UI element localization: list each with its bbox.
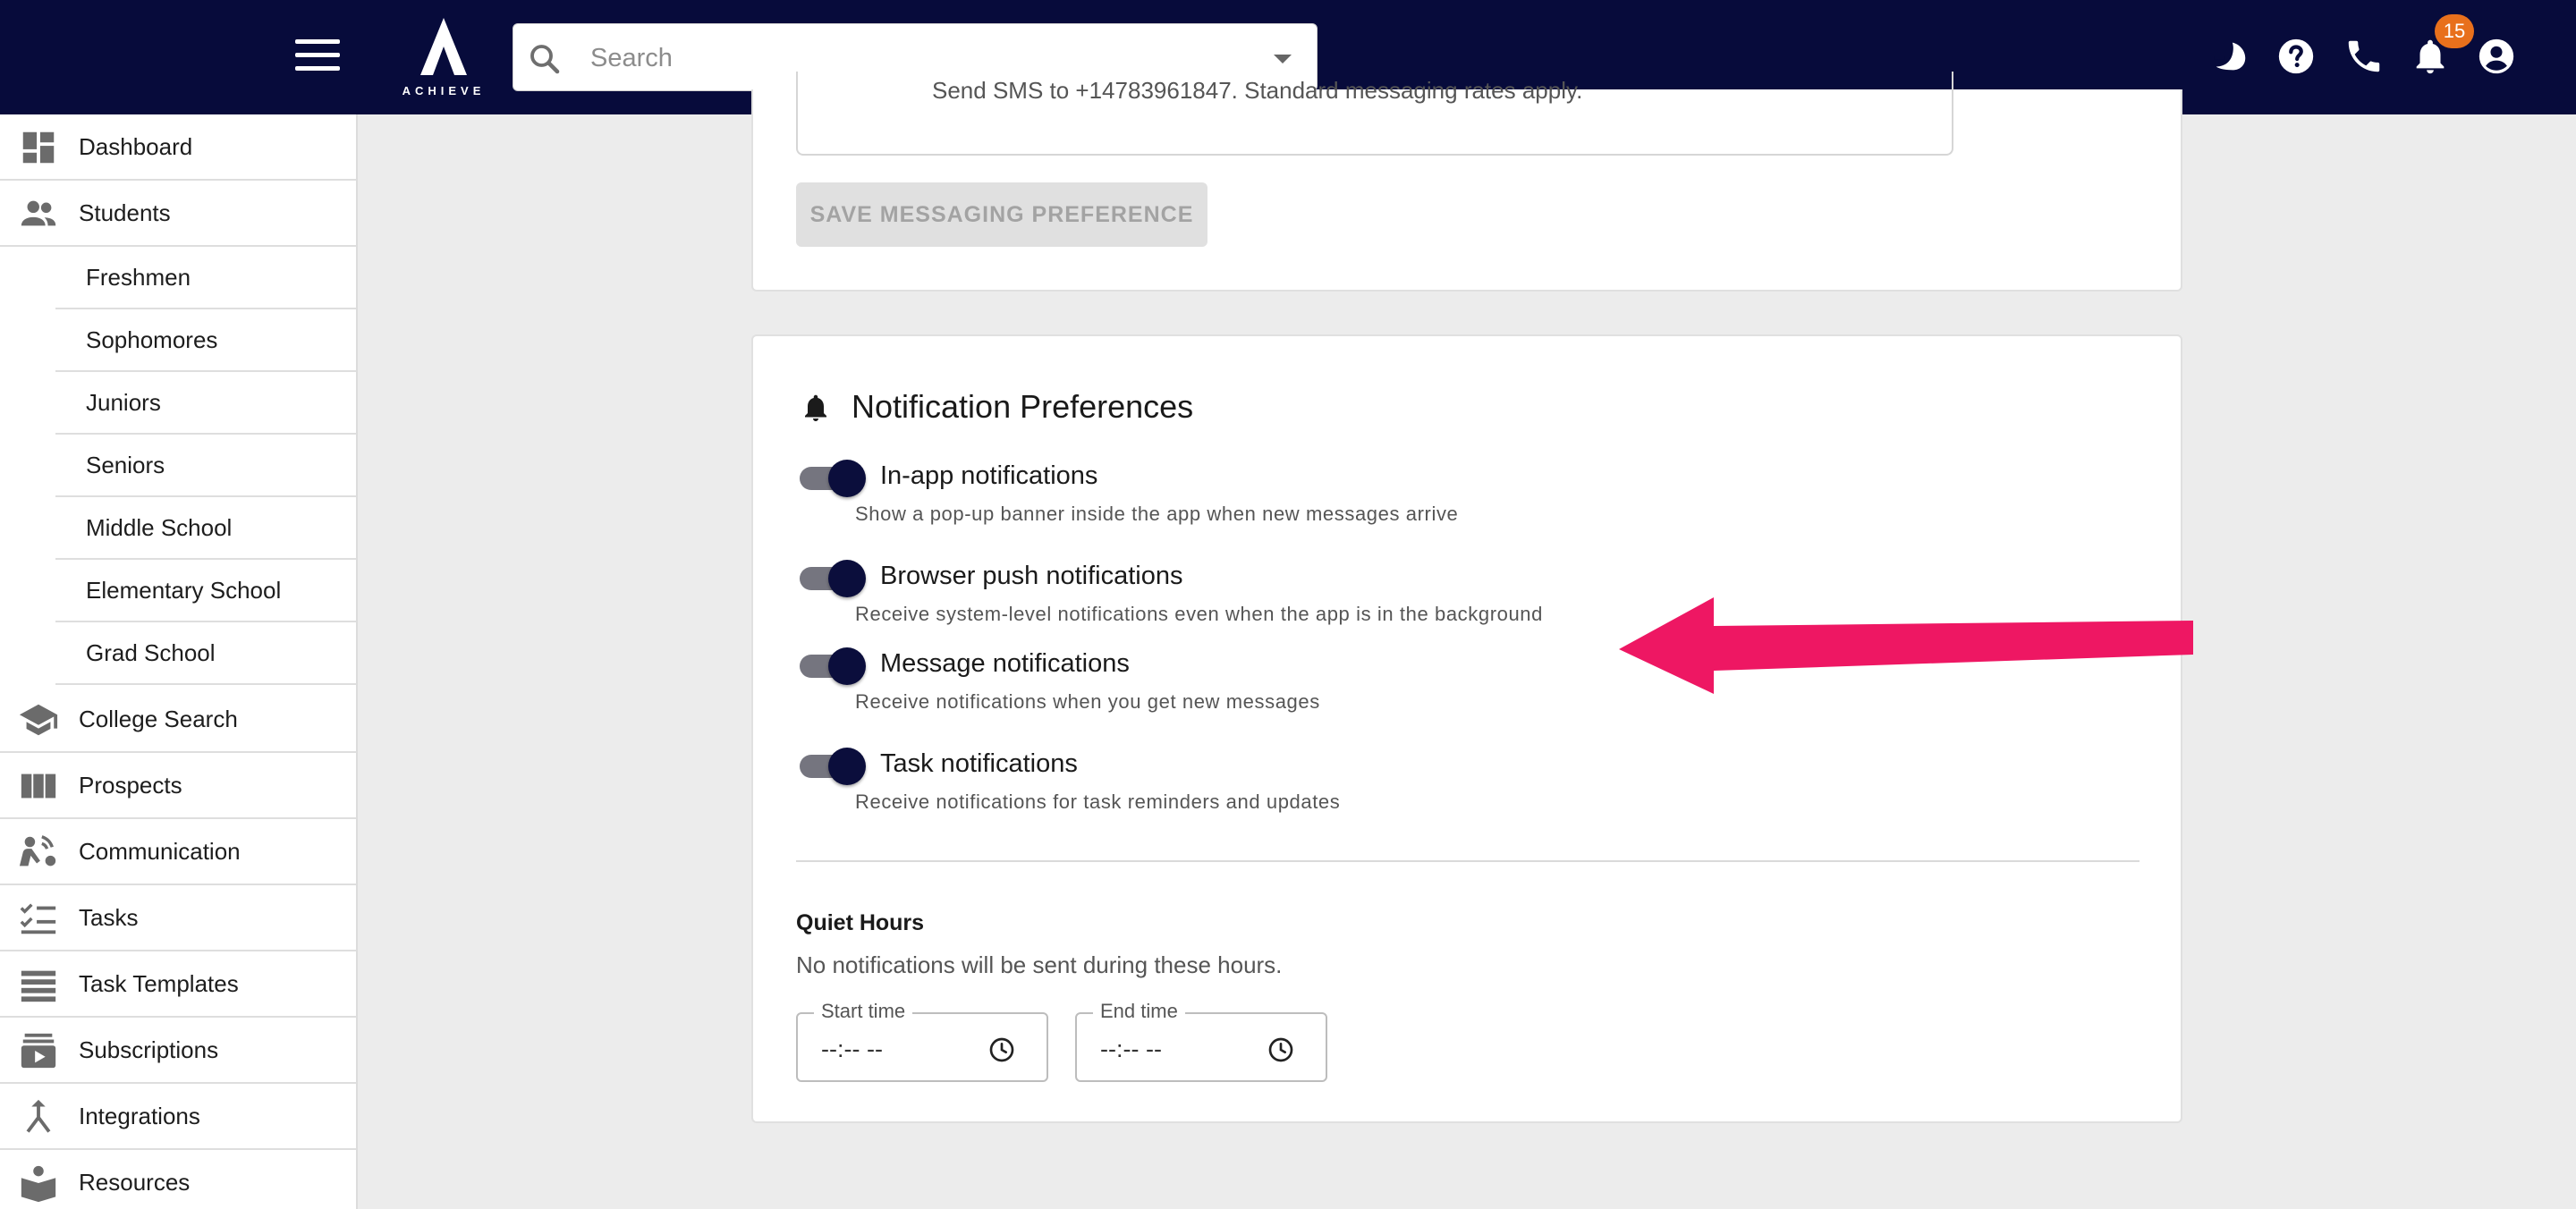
sidebar-subitem-seniors[interactable]: Seniors xyxy=(55,435,356,497)
sidebar-subitem-freshmen[interactable]: Freshmen xyxy=(55,247,356,309)
help-icon[interactable] xyxy=(2275,36,2317,77)
browser-push-notifications-toggle[interactable] xyxy=(800,558,868,597)
divider xyxy=(796,860,2140,862)
columns-icon xyxy=(21,774,56,799)
annotation-arrow-icon xyxy=(1619,597,2193,694)
option-description: Receive notifications when you get new m… xyxy=(855,690,1320,713)
sidebar-subitem-label: Elementary School xyxy=(86,577,282,604)
account-icon[interactable] xyxy=(2476,36,2517,77)
chevron-down-icon[interactable] xyxy=(1274,55,1292,63)
sidebar-item-label: Task Templates xyxy=(79,970,239,997)
sidebar-item-label: Dashboard xyxy=(79,133,193,160)
sms-option-box[interactable]: Send SMS to +14783961847. Standard messa… xyxy=(796,72,1953,156)
sidebar-subitem-juniors[interactable]: Juniors xyxy=(55,372,356,435)
dashboard-icon xyxy=(22,131,55,164)
quiet-hours-title: Quiet Hours xyxy=(796,910,925,935)
sidebar-item-label: Integrations xyxy=(79,1103,200,1129)
sidebar-item-label: Tasks xyxy=(79,904,139,931)
notification-preferences-title: Notification Preferences xyxy=(852,388,1194,425)
sidebar-subitem-grad-school[interactable]: Grad School xyxy=(55,622,356,685)
notification-count-badge: 15 xyxy=(2435,14,2474,48)
merge-icon xyxy=(26,1099,51,1133)
sidebar-subitem-sophomores[interactable]: Sophomores xyxy=(55,309,356,372)
start-time-label: Start time xyxy=(814,1000,913,1023)
notification-preferences-card: Notification Preferences In-app notifica… xyxy=(751,334,2182,1123)
start-time-field[interactable]: Start time --:-- -- xyxy=(796,1000,1048,1082)
sidebar-item-dashboard[interactable]: Dashboard xyxy=(0,114,356,181)
sms-option-text: Send SMS to +14783961847. Standard messa… xyxy=(932,77,1583,104)
sidebar-item-students[interactable]: Students xyxy=(0,181,356,247)
sidebar-subitem-label: Seniors xyxy=(86,452,165,478)
end-time-field[interactable]: End time --:-- -- xyxy=(1075,1000,1327,1082)
subscriptions-icon xyxy=(21,1033,56,1069)
sidebar-item-label: Communication xyxy=(79,838,241,865)
sidebar-item-communication[interactable]: Communication xyxy=(0,819,356,885)
sidebar-item-prospects[interactable]: Prospects xyxy=(0,753,356,819)
messaging-preferences-card: Send SMS to +14783961847. Standard messa… xyxy=(751,72,2182,292)
sidebar-subitem-label: Freshmen xyxy=(86,264,191,291)
option-description: Receive notifications for task reminders… xyxy=(855,790,1341,813)
save-messaging-preference-button[interactable]: SAVE MESSAGING PREFERENCE xyxy=(796,182,1208,247)
option-title: In-app notifications xyxy=(880,461,1098,490)
message-notifications-toggle[interactable] xyxy=(800,646,868,685)
sidebar-item-college-search[interactable]: College Search xyxy=(0,687,356,753)
search-icon xyxy=(530,45,560,74)
dark-mode-icon[interactable] xyxy=(2209,36,2250,77)
option-description: Show a pop-up banner inside the app when… xyxy=(855,503,1459,525)
checklist-icon xyxy=(20,903,56,934)
sidebar-subitem-middle-school[interactable]: Middle School xyxy=(55,497,356,560)
sidebar-item-task-templates[interactable]: Task Templates xyxy=(0,951,356,1018)
sidebar-subitem-label: Middle School xyxy=(86,514,233,541)
sidebar: Dashboard Students Freshmen Sophomores J… xyxy=(0,114,358,1209)
option-title: Browser push notifications xyxy=(880,562,1183,590)
logo-text: ACHIEVE xyxy=(402,84,486,97)
sidebar-subitem-elementary-school[interactable]: Elementary School xyxy=(55,560,356,622)
communication-icon xyxy=(19,835,56,867)
sidebar-subitem-label: Sophomores xyxy=(86,326,218,353)
option-title: Task notifications xyxy=(880,749,1078,778)
sidebar-item-label: Students xyxy=(79,199,171,226)
clock-icon[interactable] xyxy=(1267,1036,1295,1064)
sidebar-item-integrations[interactable]: Integrations xyxy=(0,1084,356,1150)
sidebar-item-subscriptions[interactable]: Subscriptions xyxy=(0,1018,356,1084)
logo-mark-icon xyxy=(420,18,467,75)
end-time-input[interactable]: --:-- -- xyxy=(1100,1036,1162,1063)
sidebar-item-label: Resources xyxy=(79,1169,191,1196)
achieve-logo[interactable]: ACHIEVE xyxy=(399,14,488,100)
school-icon xyxy=(19,704,58,736)
sidebar-item-label: Subscriptions xyxy=(79,1036,219,1063)
option-description: Receive system-level notifications even … xyxy=(855,603,1543,625)
list-icon xyxy=(21,970,56,1002)
sidebar-item-label: Prospects xyxy=(79,772,182,799)
sidebar-subitem-label: Grad School xyxy=(86,639,216,666)
menu-icon[interactable] xyxy=(295,39,340,75)
task-notifications-toggle[interactable] xyxy=(800,746,868,785)
sidebar-item-resources[interactable]: Resources xyxy=(0,1150,356,1209)
bell-icon xyxy=(805,394,826,421)
end-time-label: End time xyxy=(1093,1000,1185,1023)
people-icon xyxy=(21,200,56,226)
book-icon xyxy=(21,1165,56,1203)
phone-icon[interactable] xyxy=(2343,36,2385,77)
option-title: Message notifications xyxy=(880,649,1130,678)
quiet-hours-description: No notifications will be sent during the… xyxy=(796,951,1283,978)
sidebar-item-tasks[interactable]: Tasks xyxy=(0,885,356,951)
start-time-input[interactable]: --:-- -- xyxy=(821,1036,883,1063)
sidebar-subitem-label: Juniors xyxy=(86,389,161,416)
sidebar-item-label: College Search xyxy=(79,706,238,732)
in-app-notifications-toggle[interactable] xyxy=(800,458,868,497)
clock-icon[interactable] xyxy=(987,1036,1016,1064)
